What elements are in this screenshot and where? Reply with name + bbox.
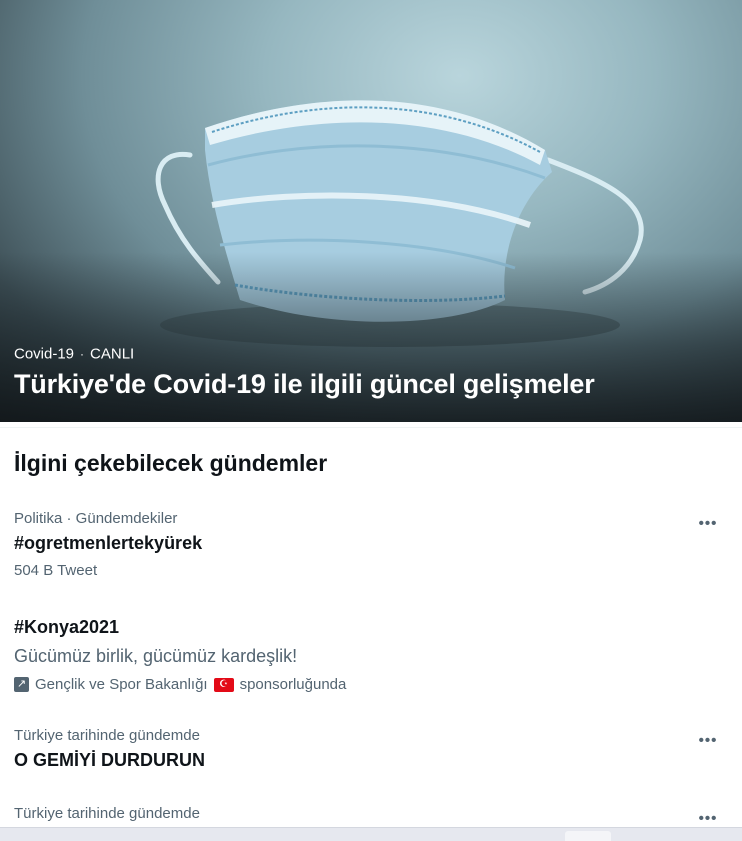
hero-category: Covid-19 — [14, 345, 75, 363]
trend-tweet-count: 504 B Tweet — [14, 562, 98, 579]
sponsor-name: Gençlik ve Spor Bakanlığı — [35, 676, 208, 693]
hero-live-status: CANLI — [90, 345, 135, 363]
more-options-icon[interactable]: ••• — [696, 515, 720, 532]
trend-item[interactable]: Türkiye tarihinde gündemde O GEMİYİ DURD… — [14, 727, 728, 771]
bottom-tab[interactable] — [565, 831, 611, 841]
sponsor-suffix: sponsorluğunda — [239, 676, 347, 693]
trend-description: Gücümüz birlik, gücümüz kardeşlik! — [14, 646, 298, 666]
section-divider — [0, 427, 742, 428]
turkey-flag-icon: ☪ — [213, 677, 234, 692]
trend-item[interactable]: Türkiye tarihinde gündemde ••• — [14, 805, 728, 827]
bottom-bar — [0, 827, 742, 841]
more-options-icon[interactable]: ••• — [696, 810, 720, 827]
hero-title[interactable]: Türkiye'de Covid-19 ile ilgili güncel ge… — [14, 369, 595, 400]
hero-separator: · — [80, 347, 85, 362]
hero-banner[interactable]: Covid-19 · CANLI Türkiye'de Covid-19 ile i… — [0, 0, 742, 422]
trend-item[interactable]: Politika · Gündemdekiler #ogretmenlertek… — [14, 510, 728, 579]
trend-name[interactable]: O GEMİYİ DURDURUN — [14, 750, 728, 771]
promoted-trend-item[interactable]: #Konya2021 Gücümüz birlik, gücümüz karde… — [14, 617, 728, 693]
trend-meta: Türkiye tarihinde gündemde — [14, 727, 200, 744]
hero-meta: Covid-19 · CANLI — [14, 345, 134, 363]
trend-name[interactable]: #ogretmenlertekyürek — [14, 533, 728, 554]
trend-meta: Politika · Gündemdekiler — [14, 510, 178, 527]
promoted-arrow-icon: ↗ — [14, 677, 29, 692]
trend-meta: Türkiye tarihinde gündemde — [14, 805, 200, 822]
trend-name[interactable]: #Konya2021 — [14, 617, 728, 638]
section-title: İlgini çekebilecek gündemler — [14, 450, 328, 476]
more-options-icon[interactable]: ••• — [696, 732, 720, 749]
promoted-label[interactable]: ↗ Gençlik ve Spor Bakanlığı ☪ sponsorluğ… — [14, 676, 728, 693]
